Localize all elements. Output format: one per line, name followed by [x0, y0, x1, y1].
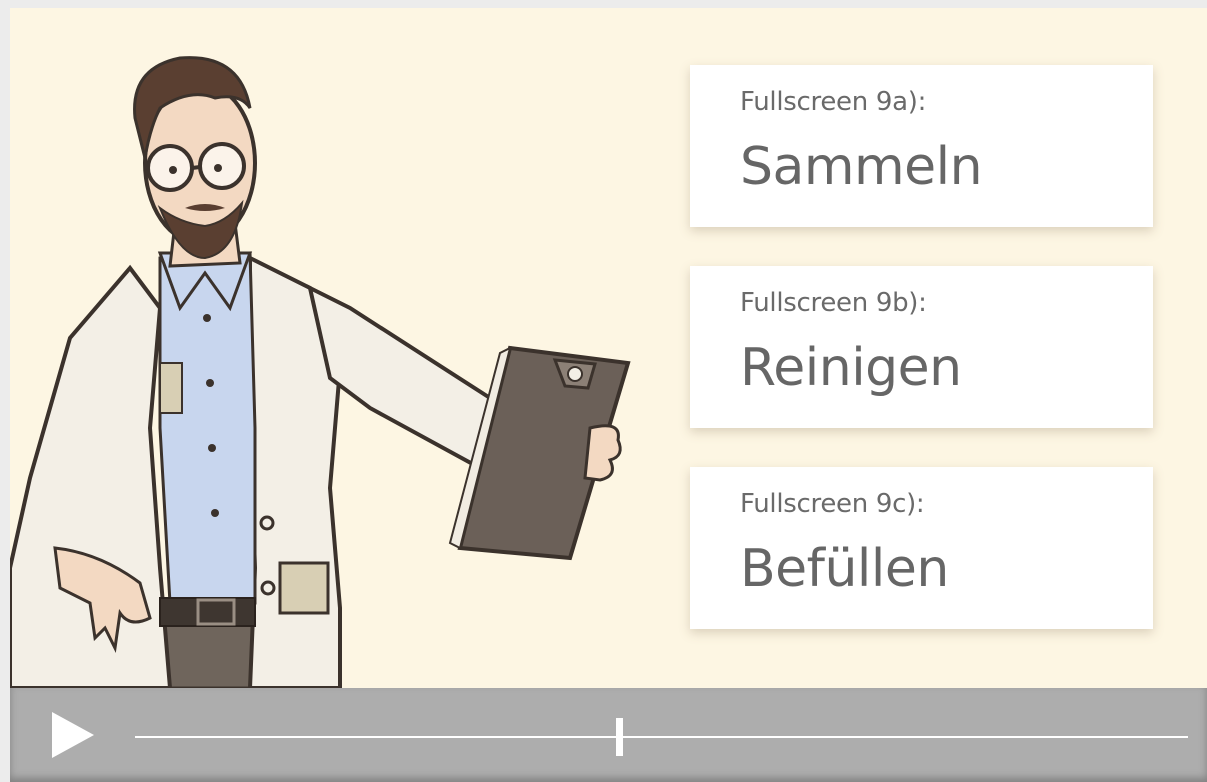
card-label: Fullscreen 9a):: [740, 87, 927, 117]
play-icon[interactable]: [50, 710, 96, 760]
card-label: Fullscreen 9c):: [740, 489, 925, 519]
card-title: Befüllen: [740, 539, 949, 599]
player-controls: [10, 688, 1207, 782]
fullscreen-card[interactable]: Fullscreen 9a): Sammeln: [690, 65, 1153, 227]
card-label: Fullscreen 9b):: [740, 288, 927, 318]
fullscreen-card[interactable]: Fullscreen 9b): Reinigen: [690, 266, 1153, 428]
scientist-illustration: [10, 56, 631, 688]
fullscreen-card[interactable]: Fullscreen 9c): Befüllen: [690, 467, 1153, 629]
video-stage: Fullscreen 9a): Sammeln Fullscreen 9b): …: [10, 8, 1207, 688]
card-title: Reinigen: [740, 338, 962, 398]
video-player: Fullscreen 9a): Sammeln Fullscreen 9b): …: [0, 0, 1207, 782]
progress-thumb[interactable]: [616, 718, 624, 756]
progress-track[interactable]: [135, 736, 1188, 738]
card-title: Sammeln: [740, 137, 983, 197]
